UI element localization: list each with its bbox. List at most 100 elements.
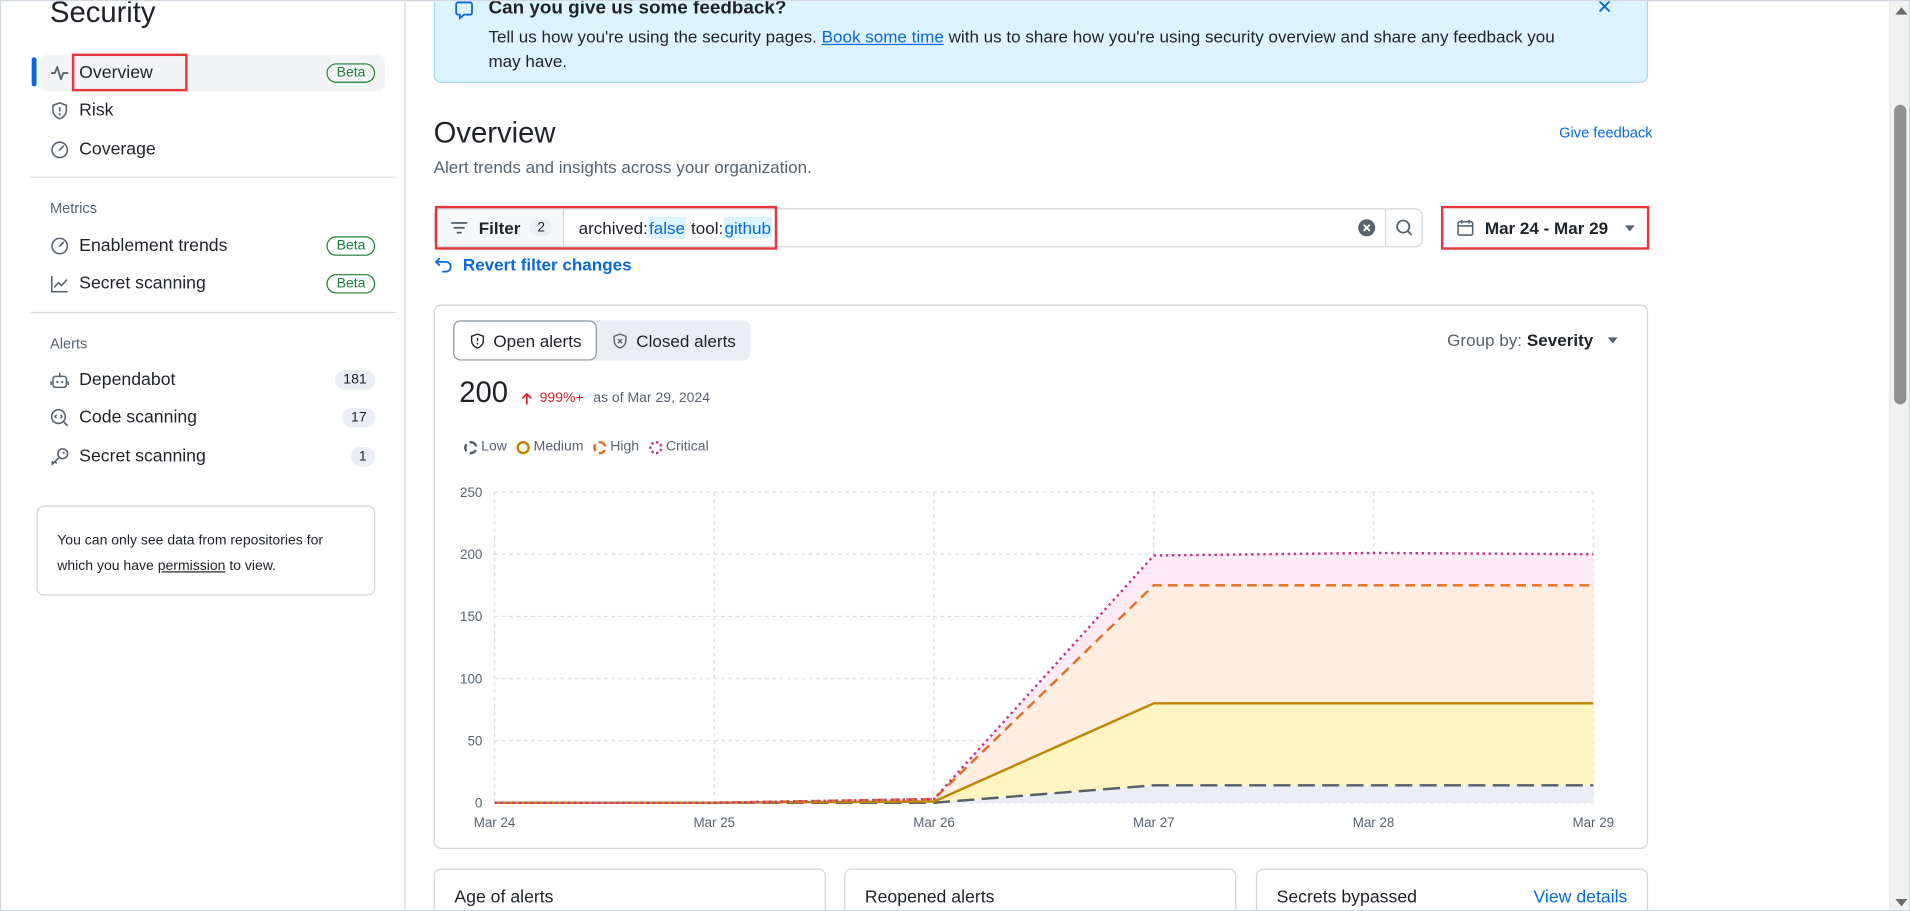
- sidebar-item-dependabot[interactable]: Dependabot 181: [40, 362, 385, 399]
- meter-icon: [50, 236, 69, 255]
- x-tick-label: Mar 24: [474, 815, 516, 830]
- close-icon[interactable]: ✕: [1596, 1, 1612, 19]
- filter-icon: [451, 221, 468, 234]
- tab-label: Closed alerts: [636, 330, 736, 351]
- page-scrollbar[interactable]: [1889, 1, 1909, 910]
- banner-title: Can you give us some feedback?: [488, 0, 787, 19]
- sidebar-title: Security: [49, 0, 156, 30]
- sidebar-item-coverage[interactable]: Coverage: [40, 132, 385, 169]
- clear-filter-button[interactable]: [1348, 218, 1385, 237]
- active-indicator: [31, 57, 37, 87]
- y-tick-label: 50: [467, 733, 482, 748]
- secrets-bypassed-card: Secrets bypassed View details: [1255, 868, 1649, 910]
- tab-open-alerts[interactable]: Open alerts: [453, 320, 598, 361]
- total-open-alerts: 200: [459, 376, 509, 410]
- x-tick-label: Mar 27: [1133, 815, 1175, 830]
- sidebar-item-enablement-trends[interactable]: Enablement trends Beta: [40, 228, 385, 265]
- comment-icon: [454, 1, 473, 21]
- x-tick-label: Mar 29: [1572, 815, 1614, 830]
- alerts-heading: Alerts: [49, 334, 88, 353]
- card-title: Secrets bypassed: [1276, 887, 1417, 908]
- sidebar-item-label: Secret scanning: [79, 274, 206, 294]
- page-subtitle: Alert trends and insights across your or…: [433, 157, 812, 177]
- sidebar-item-secret-scanning-alerts[interactable]: Secret scanning 1: [40, 439, 385, 476]
- pulse-icon: [50, 63, 69, 82]
- card-title: Age of alerts: [454, 887, 554, 908]
- trend-value: 999%+: [539, 391, 584, 406]
- date-range-label: Mar 24 - Mar 29: [1484, 218, 1609, 238]
- legend-marker: [648, 440, 663, 454]
- card-title: Reopened alerts: [864, 887, 995, 908]
- divider: [30, 176, 396, 178]
- count-badge: 17: [342, 408, 376, 428]
- legend-label: High: [610, 439, 640, 455]
- tab-label: Open alerts: [493, 330, 582, 351]
- browser-viewport: Security Overview Beta Risk Coverage Met…: [0, 0, 1910, 911]
- permission-note: You can only see data from repositories …: [36, 505, 376, 596]
- meter-icon: [50, 140, 69, 159]
- legend-marker: [464, 440, 478, 454]
- group-by-dropdown[interactable]: Group by: Severity: [1447, 330, 1618, 350]
- tab-closed-alerts[interactable]: Closed alerts: [597, 320, 750, 360]
- legend-item-low[interactable]: Low: [464, 439, 507, 455]
- legend-item-medium[interactable]: Medium: [516, 439, 584, 455]
- key-icon: [50, 447, 69, 467]
- scrollbar-thumb[interactable]: [1894, 104, 1907, 405]
- as-of-date: as of Mar 29, 2024: [593, 391, 711, 406]
- codescan-icon: [50, 408, 69, 427]
- sidebar-item-label: Dependabot: [79, 370, 176, 390]
- legend-item-critical[interactable]: Critical: [648, 440, 709, 454]
- query-key: archived:: [578, 218, 648, 238]
- legend-marker: [516, 440, 531, 454]
- filter-count-badge: 2: [530, 219, 553, 237]
- legend-item-high[interactable]: High: [593, 439, 640, 455]
- search-button[interactable]: [1384, 209, 1422, 247]
- clear-icon: [1358, 219, 1376, 237]
- legend-label: Low: [481, 439, 507, 455]
- group-by-value: Severity: [1526, 330, 1594, 350]
- y-tick-label: 150: [460, 609, 482, 624]
- date-range-picker[interactable]: Mar 24 - Mar 29: [1443, 208, 1649, 248]
- undo-icon: [434, 257, 452, 273]
- sidebar-item-overview[interactable]: Overview Beta: [40, 54, 385, 92]
- y-tick-label: 0: [475, 796, 482, 811]
- view-details-link[interactable]: View details: [1533, 888, 1627, 907]
- filter-label: Filter: [478, 218, 521, 238]
- search-icon: [1395, 219, 1412, 236]
- sidebar-item-risk[interactable]: Risk: [40, 93, 385, 130]
- sidebar-item-code-scanning[interactable]: Code scanning 17: [40, 400, 385, 437]
- legend-label: Medium: [533, 439, 584, 455]
- permission-link[interactable]: permission: [158, 559, 226, 574]
- sidebar-item-label: Enablement trends: [79, 236, 228, 256]
- chart-legend: Low Medium High Critical: [464, 439, 718, 455]
- beta-badge: Beta: [326, 236, 376, 256]
- scroll-down-arrow[interactable]: [1895, 898, 1908, 907]
- reopened-alerts-card: Reopened alerts: [844, 868, 1237, 910]
- query-value: github: [723, 216, 773, 239]
- query-value: false: [647, 216, 687, 239]
- dependabot-icon: [50, 370, 70, 389]
- book-time-link[interactable]: Book some time: [822, 27, 944, 46]
- feedback-banner: Can you give us some feedback? Tell us h…: [433, 0, 1649, 83]
- trend-indicator: 999%+: [520, 391, 584, 406]
- count-badge: 1: [350, 447, 376, 467]
- y-tick-label: 100: [460, 671, 482, 686]
- graph-icon: [50, 274, 69, 293]
- sidebar-item-secret-scanning-metrics[interactable]: Secret scanning Beta: [40, 266, 385, 303]
- shield-alert-icon: [50, 101, 69, 120]
- age-of-alerts-card: Age of alerts: [433, 868, 826, 910]
- sidebar-item-label: Coverage: [79, 140, 156, 160]
- filter-button[interactable]: Filter 2: [434, 209, 564, 247]
- scroll-up-arrow[interactable]: [1895, 7, 1908, 15]
- count-badge: 181: [334, 370, 376, 390]
- alerts-card: Open alerts Closed alerts Group by: Seve…: [433, 304, 1649, 850]
- revert-label: Revert filter changes: [462, 254, 632, 275]
- x-tick-label: Mar 25: [693, 815, 735, 830]
- banner-text: Tell us how you're using the security pa…: [488, 24, 1584, 73]
- filter-query-input[interactable]: archived:false tool:github: [564, 216, 1348, 239]
- x-tick-label: Mar 26: [913, 815, 955, 830]
- sidebar-item-label: Overview: [79, 63, 153, 83]
- give-feedback-link[interactable]: Give feedback: [1559, 124, 1652, 141]
- alerts-area-chart: 0 50 100 150 200 250 Mar 24 Mar 25 Mar 26 Mar 27 M…: [460, 485, 1614, 830]
- revert-filter-link[interactable]: Revert filter changes: [434, 255, 632, 274]
